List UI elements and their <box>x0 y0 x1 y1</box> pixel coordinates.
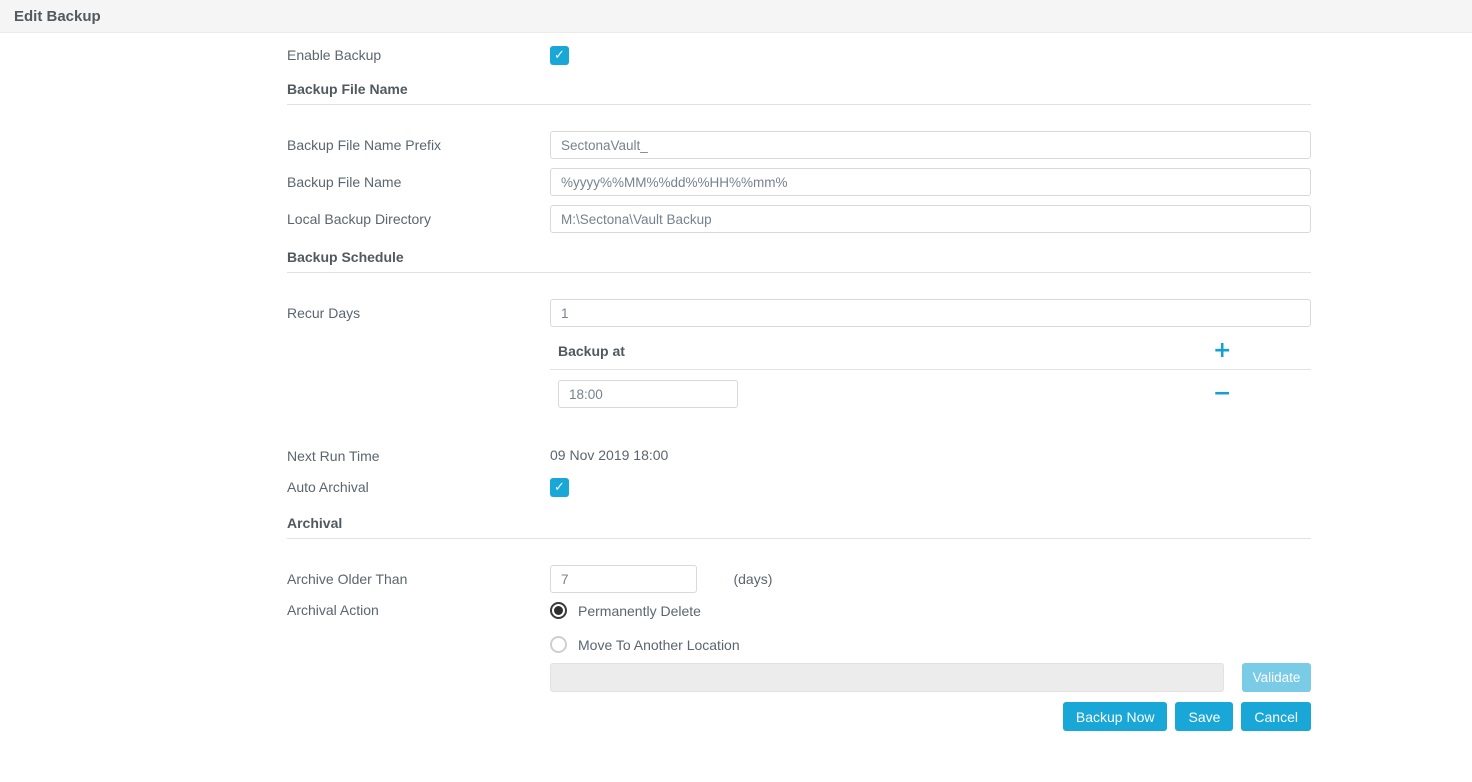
validate-button[interactable]: Validate <box>1242 663 1311 692</box>
backup-file-name-row: Backup File Name <box>287 168 1311 196</box>
archival-action-row: Archival Action Permanently Delete Move … <box>287 602 1311 653</box>
archival-section-title: Archival <box>287 515 1311 531</box>
radio-move-to-another-location[interactable]: Move To Another Location <box>550 636 1311 653</box>
edit-backup-form: Enable Backup ✓ Backup File Name Backup … <box>287 33 1311 731</box>
remove-time-minus-icon[interactable]: − <box>1213 384 1231 404</box>
archive-older-than-label: Archive Older Than <box>287 571 550 587</box>
check-icon: ✓ <box>554 49 565 62</box>
backup-file-name-prefix-label: Backup File Name Prefix <box>287 137 550 153</box>
backup-file-name-section-title: Backup File Name <box>287 81 1311 97</box>
move-location-row: Validate <box>287 663 1311 692</box>
recur-days-row: Recur Days <box>287 299 1311 327</box>
add-time-plus-icon[interactable]: + <box>1213 341 1231 361</box>
check-icon: ✓ <box>554 481 565 494</box>
backup-time-row: − <box>558 380 1311 408</box>
backup-file-name-prefix-row: Backup File Name Prefix <box>287 131 1311 159</box>
radio-selected-icon <box>550 602 567 619</box>
local-backup-directory-row: Local Backup Directory <box>287 205 1311 233</box>
archival-action-label: Archival Action <box>287 602 550 618</box>
archive-older-than-unit: (days) <box>733 571 772 587</box>
backup-file-name-prefix-input[interactable] <box>550 131 1311 159</box>
save-button[interactable]: Save <box>1175 702 1233 731</box>
backup-file-name-label: Backup File Name <box>287 174 550 190</box>
backup-at-divider <box>550 369 1311 370</box>
backup-at-label: Backup at <box>558 343 1213 359</box>
cancel-button[interactable]: Cancel <box>1241 702 1311 731</box>
backup-at-header: Backup at + <box>558 341 1311 361</box>
backup-now-button[interactable]: Backup Now <box>1063 702 1168 731</box>
recur-days-input[interactable] <box>550 299 1311 327</box>
page-title: Edit Backup <box>14 8 101 25</box>
archive-older-than-row: Archive Older Than (days) <box>287 565 1311 593</box>
archival-action-radio-group: Permanently Delete Move To Another Locat… <box>550 602 1311 653</box>
permanently-delete-label: Permanently Delete <box>578 603 701 619</box>
radio-unselected-icon <box>550 636 567 653</box>
auto-archival-checkbox[interactable]: ✓ <box>550 478 569 497</box>
archive-older-than-input[interactable] <box>550 565 697 593</box>
section-divider <box>287 104 1311 105</box>
recur-days-label: Recur Days <box>287 305 550 321</box>
move-to-another-location-label: Move To Another Location <box>578 637 740 653</box>
enable-backup-row: Enable Backup ✓ <box>287 45 1311 65</box>
next-run-time-row: Next Run Time 09 Nov 2019 18:00 <box>287 446 1311 466</box>
section-divider <box>287 272 1311 273</box>
auto-archival-label: Auto Archival <box>287 479 550 495</box>
radio-permanently-delete[interactable]: Permanently Delete <box>550 602 1311 619</box>
backup-at-block-row: Backup at + − <box>287 327 1311 408</box>
page-header-bar: Edit Backup <box>0 0 1472 33</box>
form-actions: Backup Now Save Cancel <box>287 702 1311 731</box>
enable-backup-checkbox[interactable]: ✓ <box>550 46 569 65</box>
backup-time-input[interactable] <box>558 380 738 408</box>
local-backup-directory-input[interactable] <box>550 205 1311 233</box>
backup-schedule-section-title: Backup Schedule <box>287 249 1311 265</box>
auto-archival-row: Auto Archival ✓ <box>287 477 1311 497</box>
next-run-time-label: Next Run Time <box>287 448 550 464</box>
backup-at-block: Backup at + − <box>550 341 1311 408</box>
move-location-path-input[interactable] <box>550 663 1224 692</box>
enable-backup-label: Enable Backup <box>287 47 550 63</box>
section-divider <box>287 538 1311 539</box>
local-backup-directory-label: Local Backup Directory <box>287 211 550 227</box>
backup-file-name-input[interactable] <box>550 168 1311 196</box>
next-run-time-value: 09 Nov 2019 18:00 <box>550 447 668 463</box>
